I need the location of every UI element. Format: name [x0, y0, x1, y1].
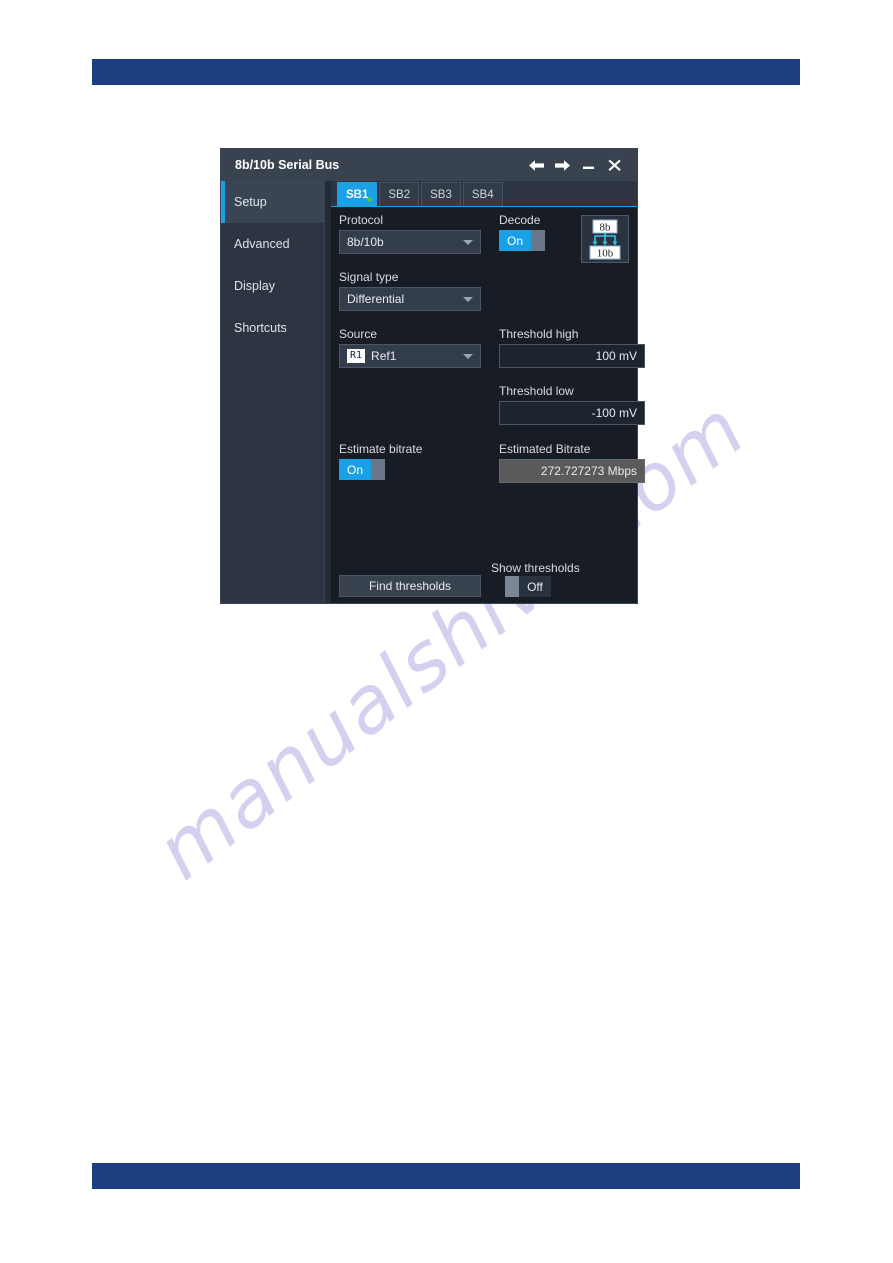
protocol-icon-bottom-label: 10b	[597, 248, 614, 260]
source-badge: R1	[347, 349, 366, 363]
source-label: Source	[339, 327, 378, 341]
show-thresholds-state: Off	[519, 576, 551, 597]
threshold-high-input[interactable]: 100 mV	[499, 344, 645, 368]
close-icon[interactable]	[601, 159, 627, 172]
tab-label: SB4	[471, 188, 494, 201]
dialog-sidebar: Setup Advanced Display Shortcuts	[221, 181, 325, 603]
forward-arrow-icon[interactable]	[549, 159, 575, 172]
protocol-dropdown[interactable]: 8b/10b	[339, 230, 481, 254]
serial-bus-dialog: 8b/10b Serial Bus Setup Advanced Display…	[220, 148, 645, 604]
signal-type-value: Differential	[347, 292, 405, 306]
tab-sb3[interactable]: SB3	[421, 182, 461, 206]
back-arrow-icon[interactable]	[523, 159, 549, 172]
chevron-down-icon	[463, 296, 473, 302]
tab-sb4[interactable]: SB4	[462, 182, 503, 206]
estimated-bitrate-value: 272.727273 Mbps	[540, 464, 637, 478]
tab-label: SB2	[388, 188, 411, 201]
sidebar-item-label: Shortcuts	[234, 321, 287, 335]
threshold-high-label: Threshold high	[499, 327, 579, 341]
estimated-bitrate-label: Estimated Bitrate	[499, 442, 591, 456]
decode-state: On	[499, 230, 531, 251]
threshold-low-input[interactable]: -100 mV	[499, 401, 645, 425]
sidebar-item-setup[interactable]: Setup	[221, 181, 324, 223]
source-group: Source R1 Ref1	[339, 327, 481, 368]
page-header-bar	[92, 59, 800, 85]
tab-label: SB3	[430, 188, 452, 201]
sidebar-item-label: Setup	[234, 195, 267, 209]
toggle-knob	[371, 459, 385, 480]
chevron-down-icon	[463, 353, 473, 359]
estimated-bitrate-value-field: 272.727273 Mbps	[499, 459, 645, 483]
sidebar-item-label: Advanced	[234, 237, 290, 251]
tab-status-dot-icon	[367, 197, 373, 202]
estimate-bitrate-toggle[interactable]: On	[339, 459, 385, 480]
threshold-low-label: Threshold low	[499, 384, 574, 398]
threshold-low-group: Threshold low -100 mV	[499, 384, 645, 425]
show-thresholds-label: Show thresholds	[491, 561, 580, 575]
threshold-low-value: -100 mV	[591, 406, 637, 420]
dialog-title: 8b/10b Serial Bus	[235, 158, 340, 172]
serial-bus-tabstrip: SB1 SB2 SB3 SB4	[331, 181, 637, 207]
find-thresholds-button[interactable]: Find thresholds	[339, 575, 481, 597]
minimize-icon[interactable]	[575, 159, 601, 172]
signal-type-label: Signal type	[339, 270, 399, 284]
source-value: Ref1	[371, 349, 397, 363]
dialog-content: SB1 SB2 SB3 SB4 Protocol 8b/10b Signal t…	[331, 181, 645, 603]
setup-bottom-row: Find thresholds Off	[339, 575, 629, 597]
show-thresholds-toggle[interactable]: Off	[505, 576, 551, 597]
threshold-high-group: Threshold high 100 mV	[499, 327, 645, 368]
dialog-body: Setup Advanced Display Shortcuts SB1 SB2…	[221, 181, 645, 603]
sidebar-item-shortcuts[interactable]: Shortcuts	[221, 307, 324, 349]
chevron-down-icon	[463, 239, 473, 245]
sidebar-item-advanced[interactable]: Advanced	[221, 223, 324, 265]
setup-form: Protocol 8b/10b Signal type Differential…	[331, 207, 645, 603]
8b10b-protocol-icon: 8b 10b	[581, 215, 629, 263]
threshold-high-value: 100 mV	[595, 349, 637, 363]
toggle-knob	[531, 230, 545, 251]
dialog-titlebar: 8b/10b Serial Bus	[221, 149, 637, 181]
protocol-icon-top-label: 8b	[600, 222, 612, 234]
protocol-label: Protocol	[339, 213, 384, 227]
estimate-bitrate-state: On	[339, 459, 371, 480]
tab-sb2[interactable]: SB2	[379, 182, 420, 206]
sidebar-item-display[interactable]: Display	[221, 265, 324, 307]
estimated-bitrate-group: Estimated Bitrate 272.727273 Mbps	[499, 442, 645, 483]
tab-sb1[interactable]: SB1	[337, 182, 378, 206]
tab-label: SB1	[346, 188, 369, 201]
estimate-bitrate-group: Estimate bitrate On	[339, 442, 481, 480]
signal-type-group: Signal type Differential	[339, 270, 481, 311]
protocol-group: Protocol 8b/10b	[339, 213, 481, 254]
decode-toggle[interactable]: On	[499, 230, 545, 251]
sidebar-item-label: Display	[234, 279, 275, 293]
find-thresholds-label: Find thresholds	[368, 579, 452, 593]
estimate-bitrate-label: Estimate bitrate	[339, 442, 423, 456]
source-dropdown[interactable]: R1 Ref1	[339, 344, 481, 368]
toggle-knob	[505, 576, 519, 597]
signal-type-dropdown[interactable]: Differential	[339, 287, 481, 311]
protocol-value: 8b/10b	[347, 235, 384, 249]
page-footer-bar	[92, 1163, 800, 1189]
